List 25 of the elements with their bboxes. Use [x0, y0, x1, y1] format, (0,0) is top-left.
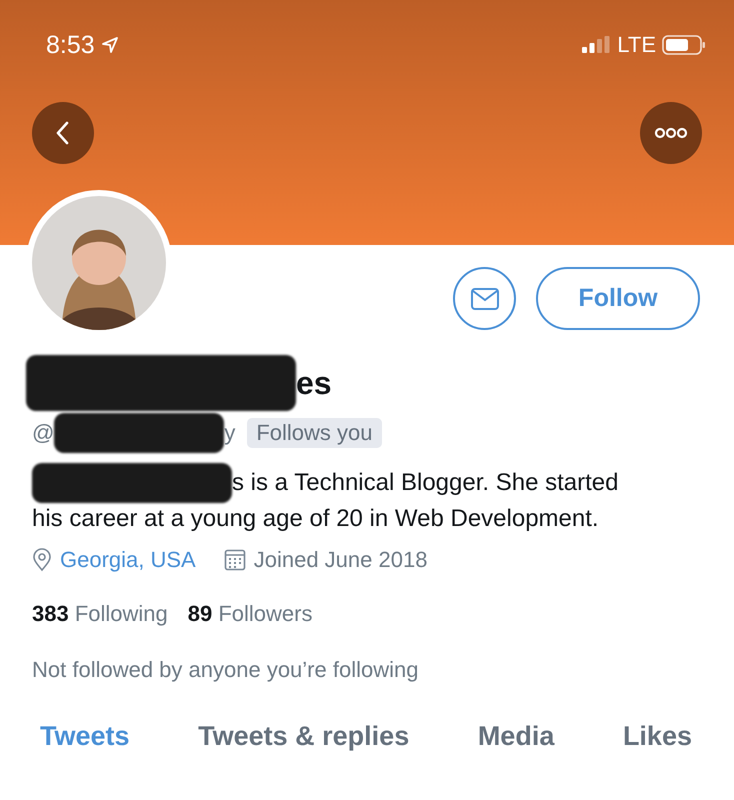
bio-text: his career at a young age of 20 in Web Development. [32, 505, 600, 533]
location-link[interactable]: Georgia, USA [60, 547, 196, 573]
more-icon [654, 127, 688, 139]
profile-tab[interactable]: Media [470, 721, 562, 752]
network-label: LTE [617, 32, 656, 58]
envelope-icon [470, 286, 500, 310]
handle-text: y [224, 420, 236, 446]
follows-you-badge: Follows you [247, 418, 382, 448]
profile-name: es [296, 364, 332, 402]
profile-tab[interactable]: Tweets & replies [190, 721, 418, 752]
profile-tab[interactable]: Tweets [32, 721, 138, 752]
battery-icon [662, 34, 706, 56]
followed-by-text: Not followed by anyone you’re following [32, 657, 420, 683]
following-count-link[interactable]: 383 Following [32, 601, 168, 627]
location-arrow-icon [100, 36, 119, 54]
location-pin-icon [32, 548, 52, 572]
calendar-icon [224, 549, 246, 571]
joined-date: Joined June 2018 [254, 547, 428, 573]
handle-text: @ [32, 420, 54, 446]
status-time: 8:53 [46, 30, 95, 60]
bio-text: s is a Technical Blogger. She started [232, 469, 618, 497]
follow-button[interactable]: Follow [536, 267, 700, 330]
profile-tab[interactable]: Likes [614, 721, 700, 752]
followers-count-link[interactable]: 89 Followers [188, 601, 312, 627]
signal-icon [581, 36, 612, 54]
